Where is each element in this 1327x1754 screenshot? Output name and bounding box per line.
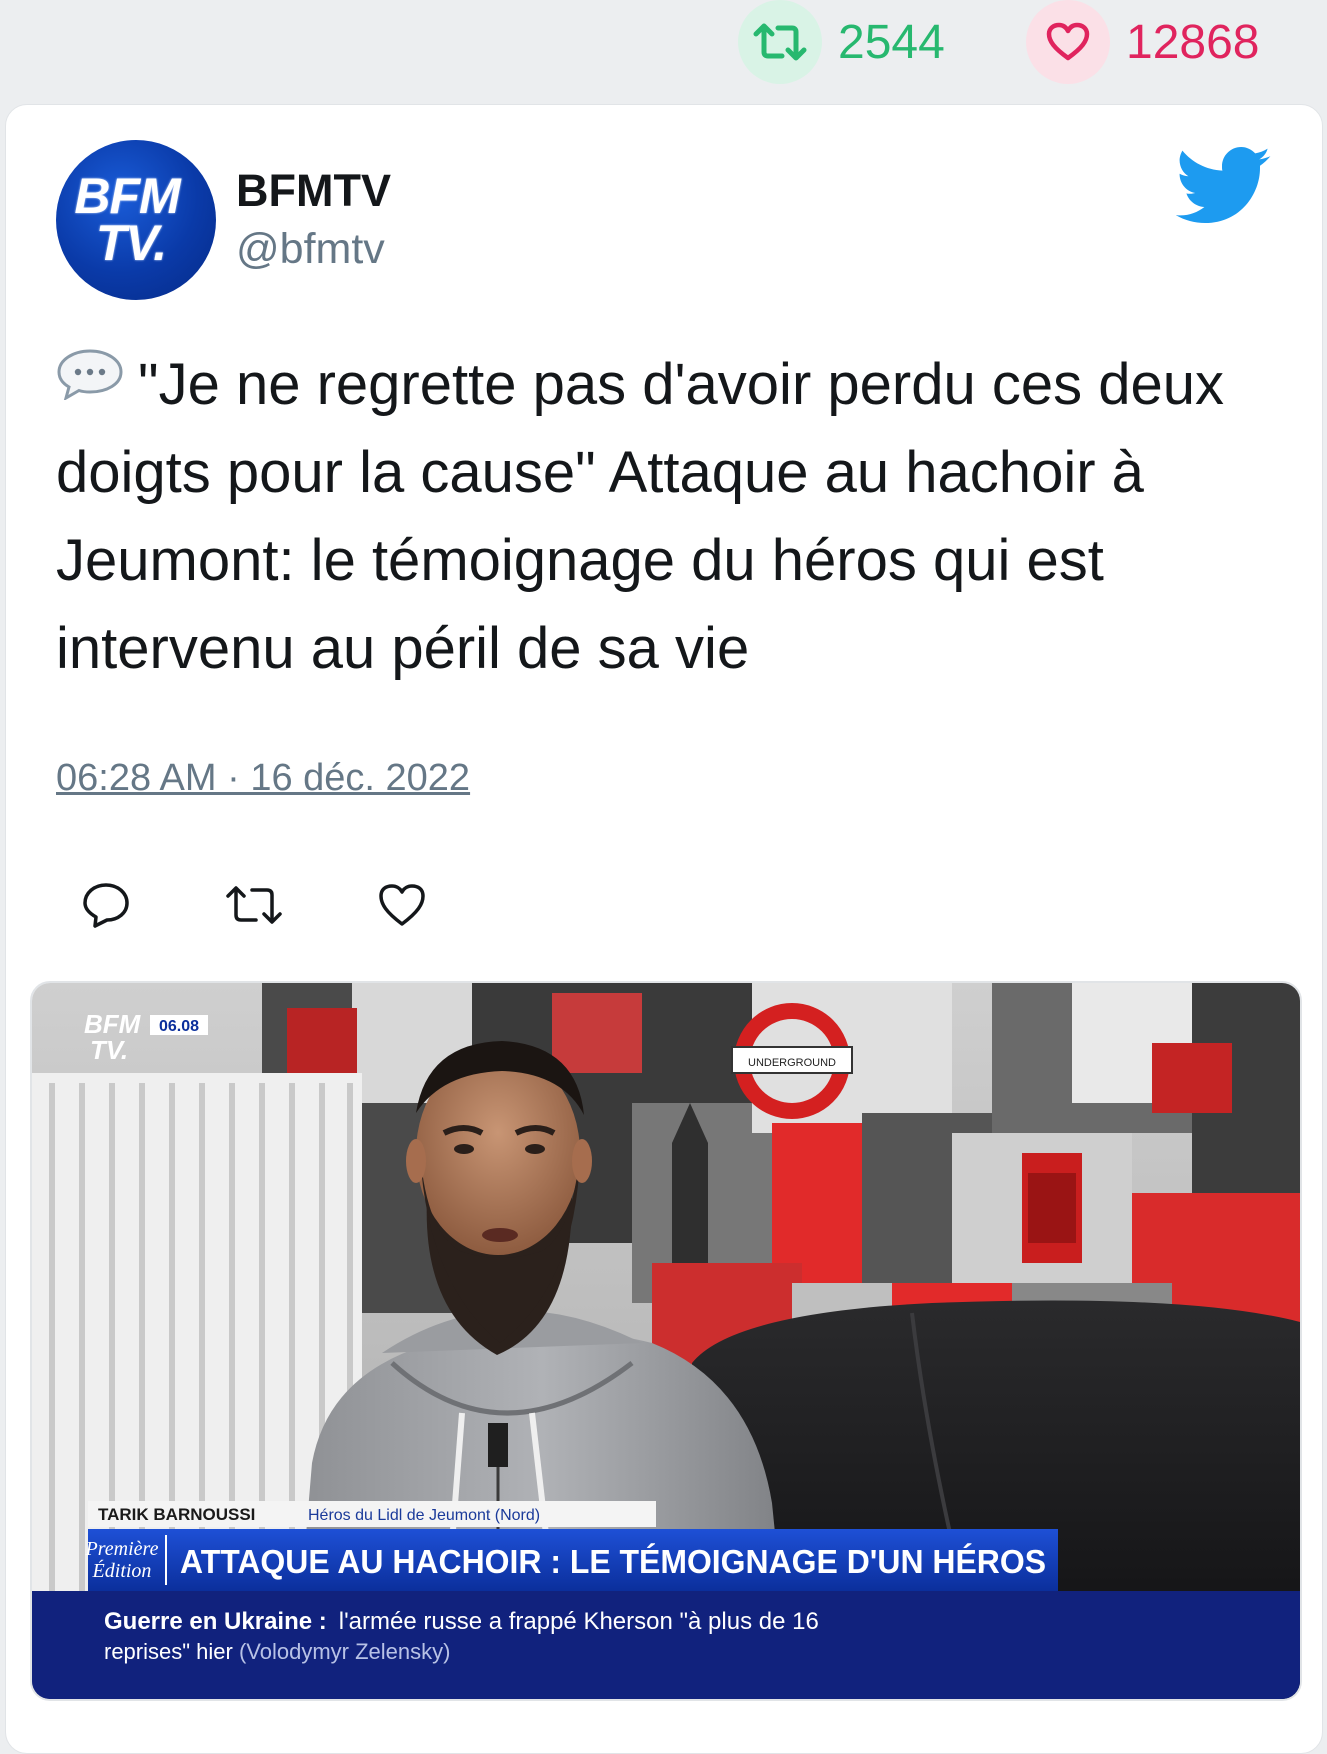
author-name[interactable]: BFMTV: [236, 165, 391, 217]
retweet-stat[interactable]: 2544: [738, 0, 945, 84]
tweet-actions: [76, 875, 520, 935]
tweet-card: BFM TV. BFMTV @bfmtv "Je ne regrette pas…: [5, 104, 1323, 1754]
twitter-bird-icon: [1176, 147, 1271, 223]
ticker-topic: Guerre en Ukraine :: [104, 1608, 327, 1635]
ticker-text-continued: reprises" hier: [104, 1639, 239, 1664]
person-caption: Héros du Lidl de Jeumont (Nord): [308, 1507, 540, 1524]
retweet-icon[interactable]: [738, 0, 822, 84]
avatar-logo-line2: TV.: [95, 215, 167, 271]
tweet-text: "Je ne regrette pas d'avoir perdu ces de…: [56, 337, 1296, 693]
author-handle[interactable]: @bfmtv: [236, 225, 385, 274]
like-icon[interactable]: [372, 875, 432, 935]
underground-sign-text: UNDERGROUND: [748, 1057, 836, 1069]
retweet-action-icon[interactable]: [224, 875, 284, 935]
ticker-text: l'armée russe a frappé Kherson "à plus d…: [339, 1608, 819, 1635]
person-name: TARIK BARNOUSSI: [98, 1505, 255, 1524]
speech-bubble-icon: [56, 337, 124, 402]
heart-icon[interactable]: [1026, 0, 1110, 84]
tweet-timestamp[interactable]: 06:28 AM · 16 déc. 2022: [56, 757, 470, 800]
headline: ATTAQUE AU HACHOIR : LE TÉMOIGNAGE D'UN …: [180, 1543, 1046, 1580]
tweet-body: "Je ne regrette pas d'avoir perdu ces de…: [56, 352, 1224, 681]
avatar[interactable]: BFM TV.: [56, 140, 216, 300]
like-stat[interactable]: 12868: [1026, 0, 1259, 84]
tweet-stats: 2544 12868: [0, 0, 1327, 100]
ticker-line1: Guerre en Ukraine : l'armée russe a frapp…: [104, 1608, 819, 1635]
like-count: 12868: [1126, 15, 1260, 69]
show-line1: Première: [85, 1538, 159, 1560]
show-line2: Édition: [92, 1559, 152, 1582]
channel-logo-line2: TV.: [90, 1035, 128, 1065]
avatar-logo-line1: BFM: [74, 167, 180, 224]
tweet-media-image[interactable]: UNDERGROUND BFM TV. 06.08 TARIK BARNOUSS…: [30, 981, 1302, 1701]
retweet-count: 2544: [838, 15, 945, 69]
reply-icon[interactable]: [76, 875, 136, 935]
ticker-source: reprises" hier (Volodymyr Zelensky): [104, 1639, 450, 1664]
ticker-source-text: (Volodymyr Zelensky): [239, 1639, 451, 1664]
clock: 06.08: [159, 1018, 199, 1035]
